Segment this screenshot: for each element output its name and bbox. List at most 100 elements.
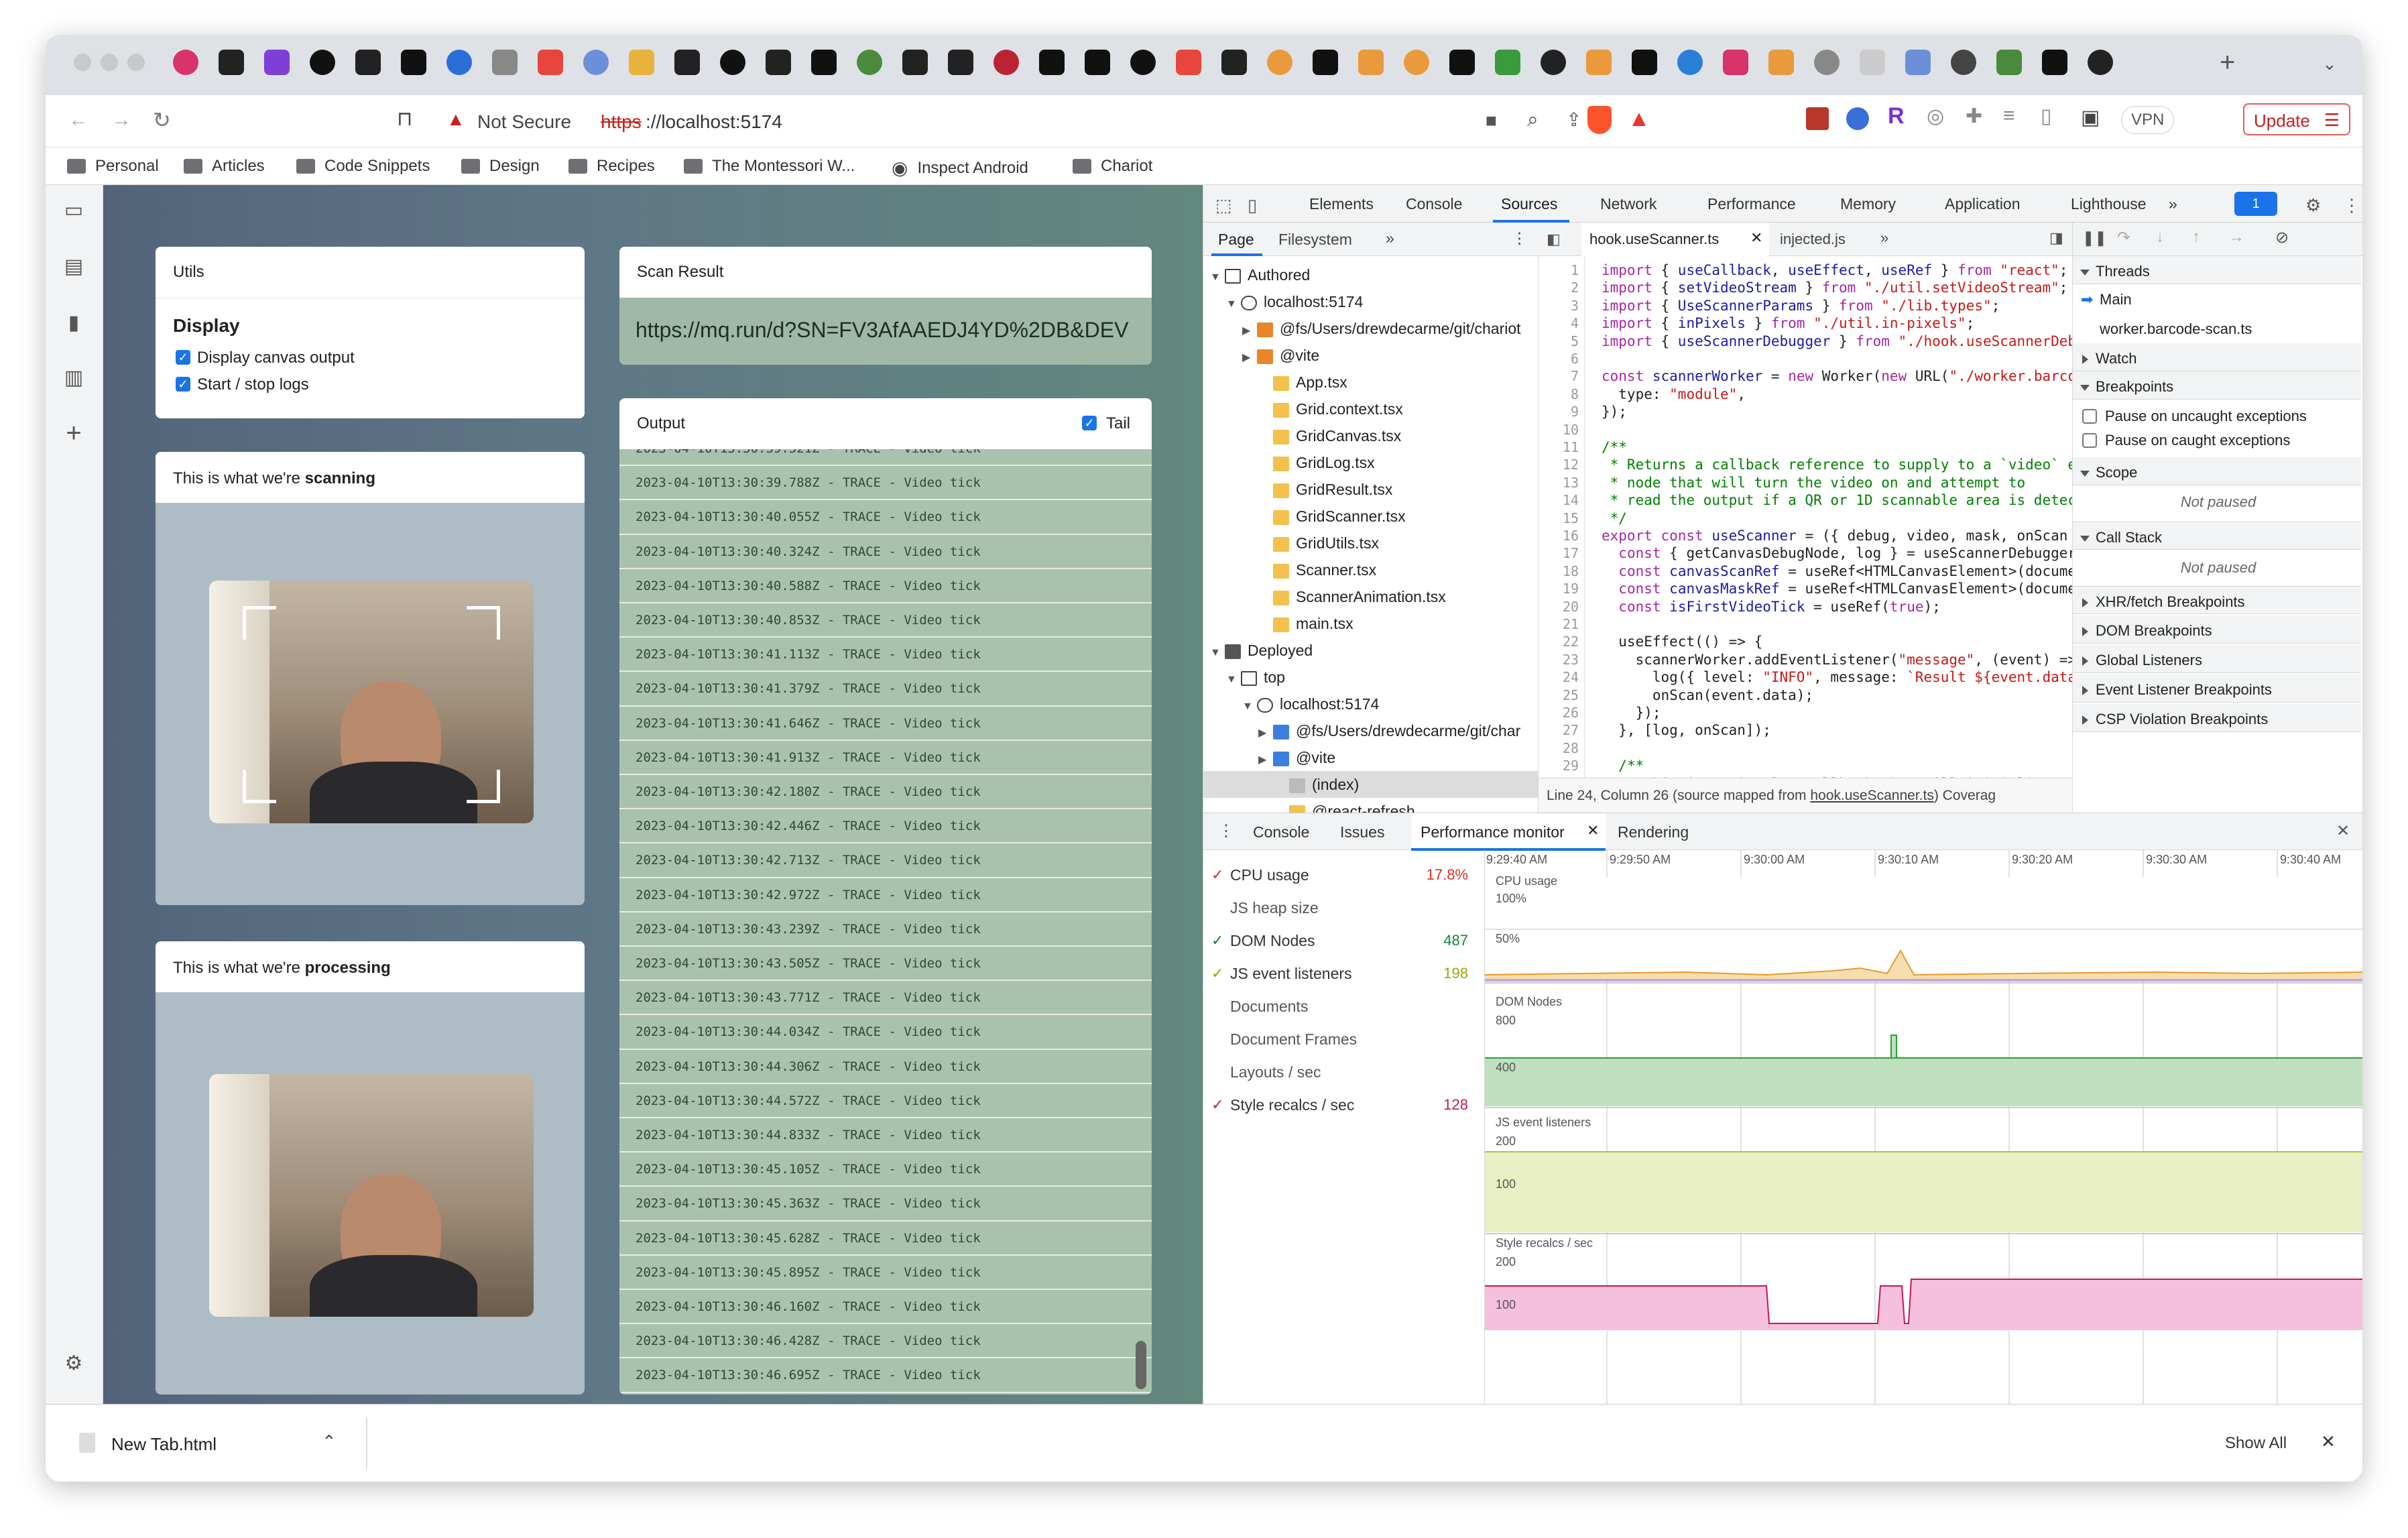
code-line[interactable]: /** [1602,757,1644,774]
browser-tab-favicon[interactable] [1723,50,1748,75]
browser-tab-favicon[interactable] [1039,50,1065,75]
address-bar[interactable]: ▲ Not Secure https ://localhost:5174 ■ ⌕… [440,103,1713,139]
log-scrollbar[interactable] [1136,1341,1146,1389]
file-tree-item[interactable]: GridResult.tsx [1203,476,1538,503]
code-line[interactable]: scannerWorker.addEventListener("message"… [1602,651,2072,668]
more-tabs-chevron-icon[interactable]: » [2169,195,2177,213]
zoom-icon[interactable]: ⌕ [1527,109,1539,131]
extension-icon-4[interactable]: ◎ [1927,105,1944,128]
browser-tab-favicon[interactable] [1130,50,1156,75]
close-window-button[interactable] [74,54,91,71]
browser-tab-favicon[interactable] [1677,50,1703,75]
browser-tab-favicon[interactable] [1176,50,1201,75]
step-out-icon[interactable]: ↑ [2192,228,2200,247]
code-line[interactable]: const isFirstVideoTick = useRef(true); [1602,598,1940,615]
code-line[interactable]: export const useScanner = ({ debug, vide… [1602,527,2072,544]
extension-icon-1[interactable] [1806,107,1829,130]
browser-tab-favicon[interactable] [310,50,335,75]
code-line[interactable]: log({ level: "INFO", message: `Result ${… [1602,668,2072,686]
browser-tab-favicon[interactable] [1221,50,1247,75]
code-line[interactable]: */ [1602,510,1627,527]
line-number[interactable]: 18 [1539,563,1579,580]
line-number[interactable]: 1 [1539,261,1579,279]
file-tree-item[interactable]: Grid.context.tsx [1203,396,1538,422]
download-chevron-up-icon[interactable]: ⌃ [322,1431,337,1452]
expand-arrow-icon[interactable]: ▶ [1258,747,1273,774]
tab-memory[interactable]: Memory [1840,195,1896,213]
metric-label[interactable]: CPU usage [1230,866,1309,884]
bookmark-design[interactable]: Design [461,157,540,176]
metric-checkbox[interactable]: ✓ [1211,866,1226,884]
tab-sources[interactable]: Sources [1501,195,1557,213]
browser-tab-favicon[interactable] [1951,50,1976,75]
bookmark-chariot[interactable]: Chariot [1073,157,1152,176]
maximize-window-button[interactable] [127,54,145,71]
metric-label[interactable]: Documents [1230,998,1308,1016]
line-number[interactable]: 22 [1539,633,1579,650]
share-icon[interactable]: ⇪ [1566,109,1581,131]
expand-arrow-icon[interactable]: ▼ [1242,693,1257,720]
file-tree-item[interactable]: (index) [1203,771,1538,798]
line-number[interactable]: 25 [1539,687,1579,704]
line-number[interactable]: 20 [1539,598,1579,615]
file-tree-item[interactable]: @react-refresh [1203,798,1538,813]
line-number[interactable]: 29 [1539,757,1579,774]
metric-label[interactable]: Style recalcs / sec [1230,1096,1354,1114]
line-number[interactable]: 13 [1539,474,1579,491]
line-number[interactable]: 17 [1539,544,1579,562]
browser-tab-favicon[interactable] [1404,50,1429,75]
line-number[interactable]: 15 [1539,510,1579,527]
file-tree-item[interactable]: App.tsx [1203,369,1538,396]
code-line[interactable]: import { inPixels } from "./util.in-pixe… [1602,314,1974,332]
browser-tab-favicon[interactable] [492,50,518,75]
code-line[interactable]: const canvasMaskRef = useRef<HTMLCanvasE… [1602,580,2072,597]
reading-list-icon[interactable]: ≡ [2003,105,2015,127]
csp-violation-breakpoints-section[interactable]: CSP Violation Breakpoints [2073,704,2361,732]
issues-badge[interactable]: 1 [2234,192,2277,216]
browser-tab-favicon[interactable] [1085,50,1110,75]
browser-tab-favicon[interactable] [583,50,609,75]
event-listener-breakpoints-section[interactable]: Event Listener Breakpoints [2073,674,2361,703]
metric-label[interactable]: Layouts / sec [1230,1063,1321,1081]
drawer-tab-rendering[interactable]: Rendering [1618,823,1689,841]
editor-tab-injected[interactable]: injected.js [1780,231,1846,248]
file-tree-item[interactable]: Scanner.tsx [1203,556,1538,583]
line-number[interactable]: 6 [1539,350,1579,367]
line-number[interactable]: 28 [1539,740,1579,757]
metric-checkbox[interactable]: ✓ [1211,1096,1226,1114]
code-line[interactable]: * Returns a callback reference to supply… [1602,456,2072,473]
line-number[interactable]: 5 [1539,333,1579,350]
browser-tab-favicon[interactable] [1313,50,1338,75]
code-line[interactable]: }); [1602,403,1627,420]
nav-tab-filesystem[interactable]: Filesystem [1278,231,1352,249]
browser-tab-favicon[interactable] [766,50,791,75]
brave-shield-icon[interactable] [1587,106,1612,134]
metric-label[interactable]: Document Frames [1230,1030,1357,1049]
line-number[interactable]: 14 [1539,491,1579,509]
browser-tab-favicon[interactable] [2088,50,2113,75]
watch-section[interactable]: Watch [2073,343,2361,371]
xhr-breakpoints-section[interactable]: XHR/fetch Breakpoints [2073,586,2361,614]
code-line[interactable]: import { useScannerDebugger } from "./ho… [1602,333,2072,350]
file-tree-item[interactable]: ▼ Deployed [1203,637,1538,664]
code-line[interactable]: }, [log, onScan]); [1602,721,1771,739]
file-tree-item[interactable]: ▼ localhost:5174 [1203,691,1538,720]
tab-search-chevron-icon[interactable]: ⌄ [2322,54,2337,74]
code-editor[interactable]: 1 import { useCallback, useEffect, useRef… [1539,256,2072,778]
code-line[interactable]: type: "module", [1602,386,1746,403]
thread-main[interactable]: ➡ Main [2073,284,2362,314]
close-tab-icon[interactable]: ✕ [1587,822,1599,839]
expand-arrow-icon[interactable]: ▼ [1226,666,1241,693]
file-tree-item[interactable]: GridCanvas.tsx [1203,422,1538,449]
toggle-debugger-icon[interactable]: ◨ [2049,229,2063,247]
reading-list-icon[interactable]: ▥ [63,367,84,389]
step-over-icon[interactable]: ↷ [2117,228,2130,247]
metric-checkbox[interactable]: ✓ [1211,965,1226,982]
metric-label[interactable]: DOM Nodes [1230,932,1315,950]
scope-section[interactable]: Scope [2073,457,2361,485]
code-line[interactable]: onScan(event.data); [1602,687,1813,704]
browser-tab-favicon[interactable] [173,50,198,75]
file-tree-item[interactable]: ▶ @fs/Users/drewdecarme/git/char [1203,717,1538,744]
metric-label[interactable]: JS event listeners [1230,965,1352,983]
navigator-menu-icon[interactable]: ⋮ [1512,229,1527,247]
